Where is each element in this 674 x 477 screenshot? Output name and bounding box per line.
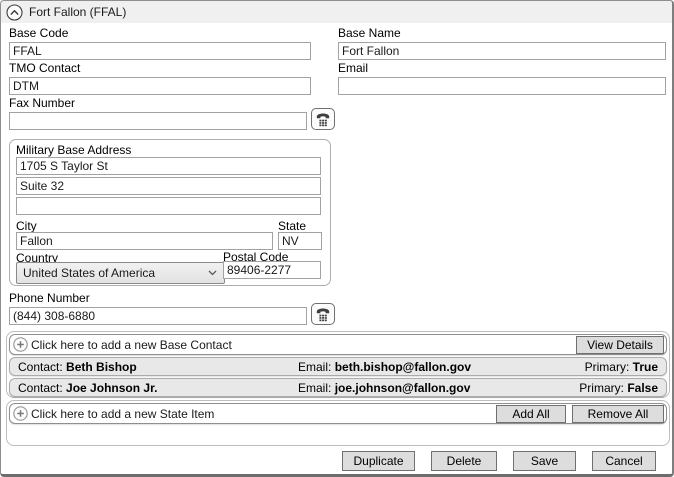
address-line2-input[interactable]	[16, 177, 321, 195]
header-title: Fort Fallon (FFAL)	[29, 5, 126, 19]
add-base-contact-row[interactable]: Click here to add a new Base Contact Vie…	[9, 334, 667, 355]
collapse-toggle-button[interactable]	[6, 4, 23, 21]
address-line1-input[interactable]	[16, 157, 321, 175]
phone-keypad-icon	[315, 111, 331, 127]
contact-email-cell: Email: joe.johnson@fallon.gov	[298, 381, 568, 395]
base-contact-row[interactable]: Contact: Joe Johnson Jr. Email: joe.john…	[9, 378, 667, 397]
address-group-label: Military Base Address	[16, 143, 131, 157]
city-label: City	[16, 219, 37, 233]
contact-name-cell: Contact: Beth Bishop	[18, 360, 298, 374]
email-label: Email	[338, 62, 666, 75]
plus-circle-icon	[13, 337, 28, 352]
state-label: State	[278, 219, 306, 233]
base-code-input[interactable]	[9, 42, 311, 60]
add-all-button[interactable]: Add All	[496, 405, 566, 423]
tmo-contact-label: TMO Contact	[9, 62, 311, 75]
contact-primary-cell: Primary: False	[568, 381, 658, 395]
phone-number-label: Phone Number	[9, 292, 307, 305]
state-input[interactable]	[278, 232, 322, 250]
phone-number-input[interactable]	[9, 307, 307, 325]
base-contact-row[interactable]: Contact: Beth Bishop Email: beth.bishop@…	[9, 357, 667, 376]
address-line3-input[interactable]	[16, 197, 321, 215]
expander-header[interactable]: Fort Fallon (FFAL)	[1, 1, 672, 23]
fax-number-input[interactable]	[9, 112, 307, 130]
contact-email-cell: Email: beth.bishop@fallon.gov	[298, 360, 568, 374]
fax-dial-button[interactable]	[311, 108, 335, 130]
base-name-label: Base Name	[338, 27, 666, 40]
country-selected-value: United States of America	[23, 266, 155, 280]
contact-primary-cell: Primary: True	[568, 360, 658, 374]
base-code-label: Base Code	[9, 27, 311, 40]
city-input[interactable]	[16, 232, 273, 250]
view-details-button[interactable]: View Details	[576, 336, 664, 354]
state-items-section: Click here to add a new State Item Add A…	[6, 400, 670, 446]
base-editor-window: Fort Fallon (FFAL) Base Code Base Name T…	[0, 0, 674, 477]
add-state-item-row[interactable]: Click here to add a new State Item Add A…	[9, 403, 667, 424]
cancel-button[interactable]: Cancel	[592, 451, 656, 471]
contact-name-cell: Contact: Joe Johnson Jr.	[18, 381, 298, 395]
postal-code-input[interactable]	[223, 261, 321, 279]
base-name-input[interactable]	[338, 42, 666, 60]
phone-keypad-icon	[315, 306, 331, 322]
base-contacts-section: Click here to add a new Base Contact Vie…	[6, 331, 670, 398]
add-base-contact-label: Click here to add a new Base Contact	[31, 338, 573, 352]
delete-button[interactable]: Delete	[431, 451, 497, 471]
military-base-address-group: Military Base Address City State Country…	[9, 139, 331, 286]
country-select[interactable]: United States of America	[16, 262, 225, 284]
add-state-item-label: Click here to add a new State Item	[31, 407, 493, 421]
chevron-down-icon	[208, 270, 217, 276]
fax-number-label: Fax Number	[9, 97, 307, 110]
remove-all-button[interactable]: Remove All	[572, 405, 664, 423]
chevron-up-circle-icon	[6, 4, 23, 21]
duplicate-button[interactable]: Duplicate	[342, 451, 415, 471]
phone-dial-button[interactable]	[311, 303, 335, 325]
email-input[interactable]	[338, 77, 666, 95]
tmo-contact-input[interactable]	[9, 77, 311, 95]
save-button[interactable]: Save	[513, 451, 576, 471]
plus-circle-icon	[13, 406, 28, 421]
footer-actions: Duplicate Delete Save Cancel	[342, 451, 656, 471]
